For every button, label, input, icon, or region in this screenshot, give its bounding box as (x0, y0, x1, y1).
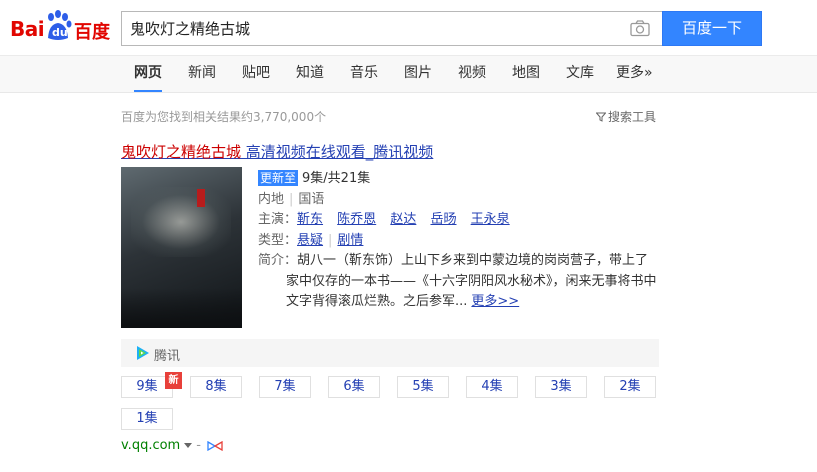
cast-link[interactable]: 岳旸 (430, 212, 456, 227)
url-separator: - (196, 438, 201, 453)
url-text[interactable]: v.qq.com (121, 438, 180, 453)
tencent-video-icon (137, 346, 149, 360)
genre-link[interactable]: 悬疑 (297, 233, 323, 248)
tab-wenku[interactable]: 文库 (566, 56, 594, 92)
result-count: 百度为您找到相关结果约3,770,000个 (121, 110, 327, 124)
tab-web[interactable]: 网页 (134, 56, 162, 92)
cast-label: 主演： (258, 212, 298, 227)
camera-icon[interactable] (630, 20, 650, 37)
logo-text-du: du (52, 26, 68, 39)
result-title-highlight: 鬼吹灯之精绝古城 (121, 143, 242, 161)
header: Bai du 百度 百度一下 (0, 0, 817, 56)
update-row: 更新至 9集/共21集 (258, 169, 658, 190)
tab-video[interactable]: 视频 (458, 56, 486, 92)
new-badge: 新 (165, 372, 182, 389)
tab-zhidao[interactable]: 知道 (296, 56, 324, 92)
result-url: v.qq.com - (121, 438, 223, 453)
filter-icon (596, 112, 606, 122)
genre-link[interactable]: 剧情 (337, 233, 363, 248)
logo-text-cn: 百度 (74, 22, 110, 43)
divider: | (328, 232, 333, 248)
dropdown-arrow-icon[interactable] (184, 443, 193, 448)
region-row: 内地 | 国语 (258, 190, 658, 211)
search-box (121, 11, 662, 46)
cast-link[interactable]: 王永泉 (471, 212, 510, 227)
episode-button[interactable]: 6集 (328, 376, 380, 398)
tab-news[interactable]: 新闻 (188, 56, 216, 92)
poster-seal (197, 189, 205, 207)
source-bar: 腾讯 (121, 339, 659, 367)
result-title-rest: 高清视频在线观看_腾讯视频 (241, 143, 434, 161)
episode-button[interactable]: 2集 (604, 376, 656, 398)
genre-label: 类型： (258, 232, 298, 248)
search-tools-label: 搜索工具 (608, 110, 657, 124)
search-button[interactable]: 百度一下 (662, 11, 762, 46)
poster-image[interactable] (121, 167, 242, 328)
cast-link[interactable]: 陈乔恩 (337, 212, 376, 227)
poster-glow (131, 187, 231, 257)
episode-button[interactable]: 5集 (397, 376, 449, 398)
episode-button[interactable]: 7集 (259, 376, 311, 398)
language: 国语 (298, 191, 325, 207)
divider: | (289, 191, 294, 207)
logo-text-bai: Bai (10, 17, 45, 41)
search-tools-button[interactable]: 搜索工具 (596, 108, 656, 125)
search-tabs: 网页 新闻 贴吧 知道 音乐 图片 视频 地图 文库 更多» (0, 56, 817, 93)
region: 内地 (258, 191, 285, 207)
cast-row: 主演：靳东 陈乔恩 赵达 岳旸 王永泉 (258, 210, 658, 231)
tab-maps[interactable]: 地图 (512, 56, 540, 92)
more-link[interactable]: 更多>> (471, 294, 519, 309)
episode-button[interactable]: 3集 (535, 376, 587, 398)
result-title-link[interactable]: 鬼吹灯之精绝古城 高清视频在线观看_腾讯视频 (121, 141, 433, 162)
episode-button[interactable]: 1集 (121, 408, 173, 430)
poster-shadow (121, 288, 242, 328)
update-badge: 更新至 (258, 170, 299, 186)
video-info: 更新至 9集/共21集 内地 | 国语 主演：靳东 陈乔恩 赵达 岳旸 王永泉 类型：… (258, 169, 658, 313)
synopsis-label: 简介： (258, 253, 298, 268)
source-name: 腾讯 (154, 349, 181, 364)
tab-tieba[interactable]: 贴吧 (242, 56, 270, 92)
episode-button[interactable]: 8集 (190, 376, 242, 398)
cast-link[interactable]: 赵达 (390, 212, 416, 227)
trust-bow-icon[interactable] (207, 441, 223, 451)
tab-images[interactable]: 图片 (404, 56, 432, 92)
baidu-logo[interactable]: Bai du 百度 (8, 8, 114, 44)
episode-button[interactable]: 4集 (466, 376, 518, 398)
tab-music[interactable]: 音乐 (350, 56, 378, 92)
episodes-count: 9集/共21集 (302, 171, 371, 186)
tab-more[interactable]: 更多» (616, 56, 653, 92)
cast-link[interactable]: 靳东 (297, 212, 323, 227)
genre-row: 类型：悬疑 | 剧情 (258, 231, 658, 252)
search-input[interactable] (130, 12, 620, 45)
synopsis: 简介：胡八一（靳东饰）上山下乡来到中蒙边境的岗岗营子，带上了家中仅存的一本书——… (258, 251, 658, 313)
